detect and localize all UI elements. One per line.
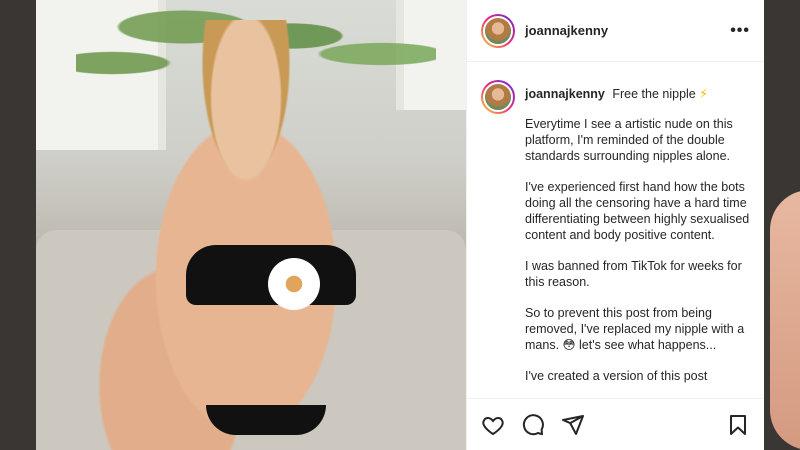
backdrop-left <box>0 0 36 450</box>
photo-bikini-bottom <box>206 405 326 435</box>
bookmark-icon[interactable] <box>726 413 750 437</box>
avatar[interactable] <box>481 13 515 48</box>
caption-paragraph: I was banned from TikTok for weeks for t… <box>525 259 742 289</box>
more-options-icon[interactable]: ••• <box>730 22 750 40</box>
action-bar <box>467 398 764 450</box>
caption-avatar[interactable] <box>481 80 515 114</box>
heart-icon[interactable] <box>481 413 505 437</box>
post-photo[interactable] <box>36 0 466 450</box>
caption-paragraph: So to prevent this post from being remov… <box>525 306 745 352</box>
comment-icon[interactable] <box>521 413 545 437</box>
send-icon[interactable] <box>561 413 585 437</box>
post-modal: joannajkenny ••• joannajkenny Free the n… <box>36 0 764 450</box>
avatar-image <box>483 82 513 112</box>
photo-daisy <box>268 258 320 310</box>
caption-headline: Free the nipple <box>612 87 696 101</box>
header-username[interactable]: joannajkenny <box>525 23 730 38</box>
post-sidebar: joannajkenny ••• joannajkenny Free the n… <box>466 0 764 450</box>
caption-headline-row: joannajkenny Free the nipple ⚡ <box>525 86 750 102</box>
post-header: joannajkenny ••• <box>467 0 764 62</box>
caption-section: joannajkenny Free the nipple ⚡ Everytime… <box>467 62 764 398</box>
caption-paragraph: I've created a version of this post <box>525 369 708 383</box>
caption-paragraph: I've experienced first hand how the bots… <box>525 180 750 242</box>
caption-paragraph: Everytime I see a artistic nude on this … <box>525 117 733 163</box>
lightning-icon: ⚡ <box>699 87 709 101</box>
backdrop-right <box>764 0 800 450</box>
caption-username[interactable]: joannajkenny <box>525 87 605 101</box>
caption-body: joannajkenny Free the nipple ⚡ Everytime… <box>525 80 750 398</box>
photo-person <box>96 20 396 450</box>
next-post-peek[interactable] <box>770 190 800 450</box>
avatar-image <box>483 15 513 46</box>
